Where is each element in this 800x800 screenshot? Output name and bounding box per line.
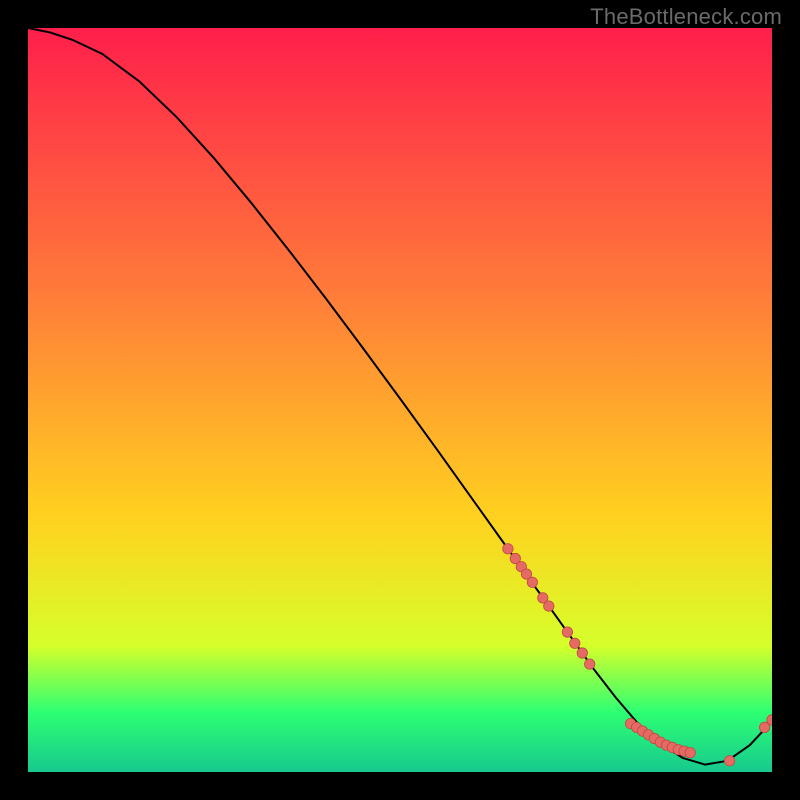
data-point	[570, 638, 580, 648]
data-point	[724, 756, 734, 766]
chart-frame: TheBottleneck.com	[0, 0, 800, 800]
data-point	[585, 659, 595, 669]
watermark-label: TheBottleneck.com	[590, 4, 782, 30]
chart-svg	[28, 28, 772, 772]
data-point	[544, 601, 554, 611]
bottleneck-chart	[28, 28, 772, 772]
data-point	[527, 577, 537, 587]
data-point	[503, 544, 513, 554]
data-point	[577, 648, 587, 658]
data-point	[685, 748, 695, 758]
data-point	[562, 627, 572, 637]
